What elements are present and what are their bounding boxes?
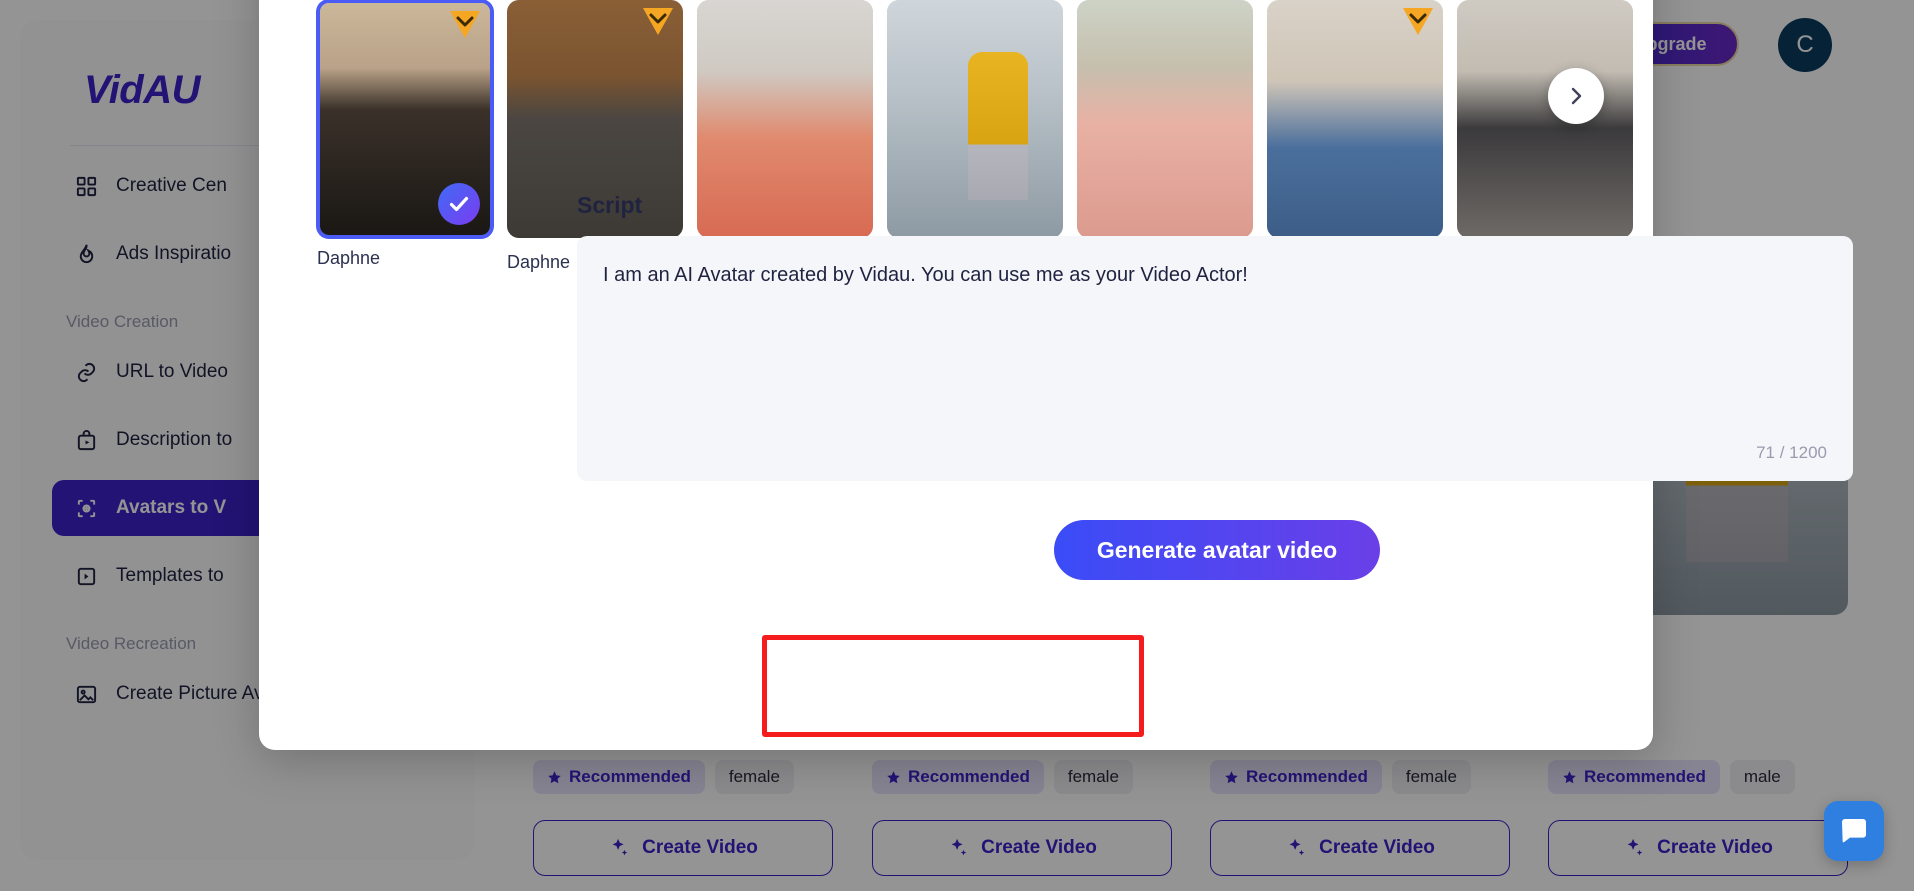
chat-support-button[interactable] <box>1824 801 1884 861</box>
avatar-option[interactable]: Elena(Sitting1) <box>697 0 873 268</box>
avatar-thumbnail[interactable] <box>317 0 493 238</box>
avatar-option[interactable]: David <box>887 0 1063 268</box>
check-icon <box>449 196 469 212</box>
avatar-option[interactable]: Evelyn(Sitting) <box>1077 0 1253 268</box>
avatar-selection-modal: Daphne Daphne（Standing） Elena(Sitting1) <box>259 0 1853 750</box>
avatar-image <box>1457 0 1633 238</box>
avatar-image <box>697 0 873 238</box>
vip-crown-icon <box>643 8 673 35</box>
generate-avatar-video-button[interactable]: Generate avatar video <box>1054 520 1380 580</box>
avatar-carousel-next-button[interactable] <box>1548 68 1604 124</box>
avatar-carousel[interactable]: Daphne Daphne（Standing） Elena(Sitting1) <box>317 0 1633 272</box>
script-input[interactable]: I am an AI Avatar created by Vidau. You … <box>577 236 1853 481</box>
avatar-image <box>887 0 1063 238</box>
avatar-option[interactable]: Isabella(Sitting) <box>1267 0 1443 268</box>
avatar-option-label: Daphne <box>317 248 381 268</box>
script-character-counter: 71 / 1200 <box>1756 443 1827 462</box>
avatar-thumbnail[interactable] <box>697 0 873 238</box>
avatar-thumbnail[interactable] <box>1077 0 1253 238</box>
avatar-option[interactable]: Emma <box>1457 0 1633 268</box>
avatar-image <box>1077 0 1253 238</box>
script-section-title: Script <box>577 192 643 218</box>
app-root: VidAU Creative Cen Ads Inspiratio Video … <box>0 0 1914 891</box>
vip-crown-icon <box>1403 8 1433 35</box>
avatar-option[interactable]: Daphne（Standing） <box>507 0 683 272</box>
avatar-option[interactable]: Daphne <box>317 0 493 268</box>
avatar-thumbnail[interactable] <box>1267 0 1443 238</box>
avatar-thumbnail[interactable] <box>1457 0 1633 238</box>
vip-crown-icon <box>450 11 480 38</box>
avatar-thumbnail[interactable] <box>887 0 1063 238</box>
script-input-value: I am an AI Avatar created by Vidau. You … <box>603 264 1248 286</box>
chevron-right-icon <box>1571 87 1582 105</box>
generate-avatar-video-wrapper: Generate avatar video <box>1054 520 1380 580</box>
chat-icon <box>1842 819 1866 843</box>
selected-check-badge <box>438 183 480 225</box>
